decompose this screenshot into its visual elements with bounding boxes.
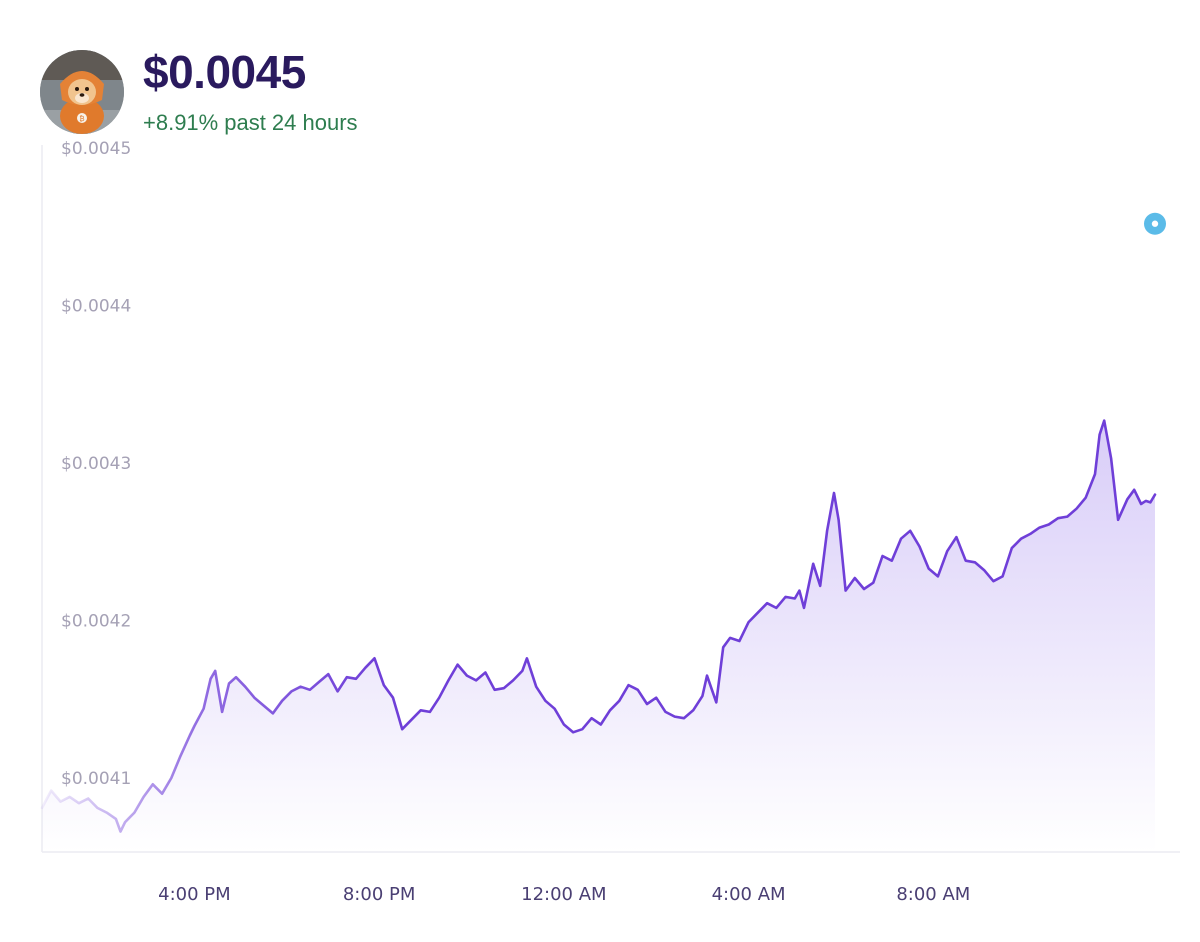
x-tick-label: 4:00 AM	[712, 884, 786, 905]
y-tick-label: $0.0045	[61, 139, 131, 159]
current-price-marker-center	[1151, 220, 1159, 227]
y-tick-label: $0.0042	[61, 612, 131, 632]
y-tick-label: $0.0044	[61, 297, 131, 317]
x-tick-labels: 4:00 PM 8:00 PM 12:00 AM 4:00 AM 8:00 AM	[158, 884, 970, 905]
y-tick-label: $0.0043	[61, 454, 131, 474]
x-tick-label: 4:00 PM	[158, 884, 231, 905]
price-chart: $0.0045 $0.0044 $0.0043 $0.0042 $0.0041 4:00…	[40, 139, 1180, 905]
y-tick-label: $0.0041	[61, 769, 131, 789]
price-area	[42, 420, 1155, 852]
y-tick-labels: $0.0045 $0.0044 $0.0043 $0.0042 $0.0041	[61, 139, 131, 789]
x-tick-label: 8:00 AM	[896, 884, 970, 905]
x-tick-label: 8:00 PM	[343, 884, 416, 905]
x-tick-label: 12:00 AM	[521, 884, 606, 905]
